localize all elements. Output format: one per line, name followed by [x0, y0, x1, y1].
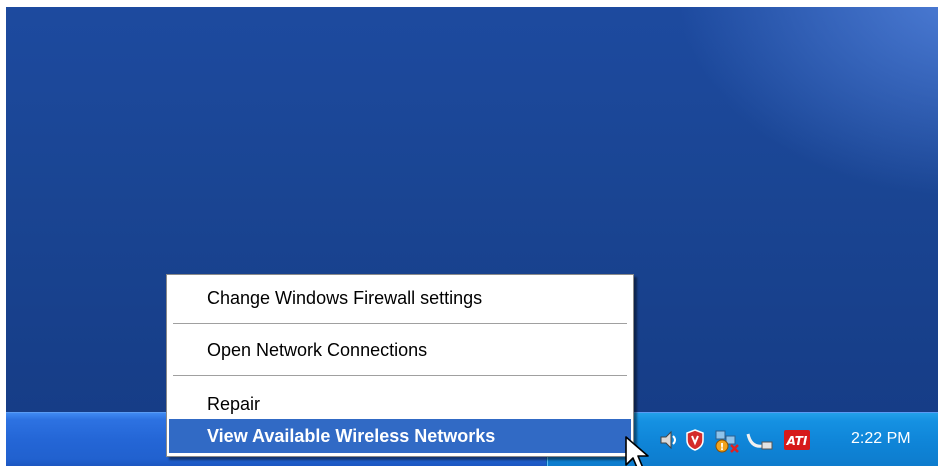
svg-text:!: ! — [720, 442, 725, 453]
ati-icon[interactable]: ATI — [782, 427, 812, 453]
menu-separator — [173, 323, 627, 325]
menu-item-view-available-wireless-networks[interactable]: View Available Wireless Networks — [169, 419, 631, 453]
menu-item-open-network-connections[interactable]: Open Network Connections — [169, 333, 631, 367]
volume-icon[interactable] — [656, 427, 682, 453]
mouse-pointer-icon — [625, 436, 649, 466]
network-cable-icon[interactable] — [744, 427, 776, 453]
menu-separator — [173, 375, 627, 377]
desktop: ! ATI 2:22 PM Change Windows Firewall se… — [6, 7, 938, 466]
svg-text:ATI: ATI — [786, 434, 808, 448]
menu-item-repair[interactable]: Repair — [169, 387, 631, 421]
menu-item-change-firewall-settings[interactable]: Change Windows Firewall settings — [169, 281, 631, 315]
screen: ! ATI 2:22 PM Change Windows Firewall se… — [0, 0, 944, 474]
clock[interactable]: 2:22 PM — [851, 425, 911, 453]
network-alert-icon[interactable]: ! — [712, 427, 742, 453]
security-shield-icon[interactable] — [682, 427, 708, 453]
network-context-menu: Change Windows Firewall settings Open Ne… — [166, 274, 634, 457]
